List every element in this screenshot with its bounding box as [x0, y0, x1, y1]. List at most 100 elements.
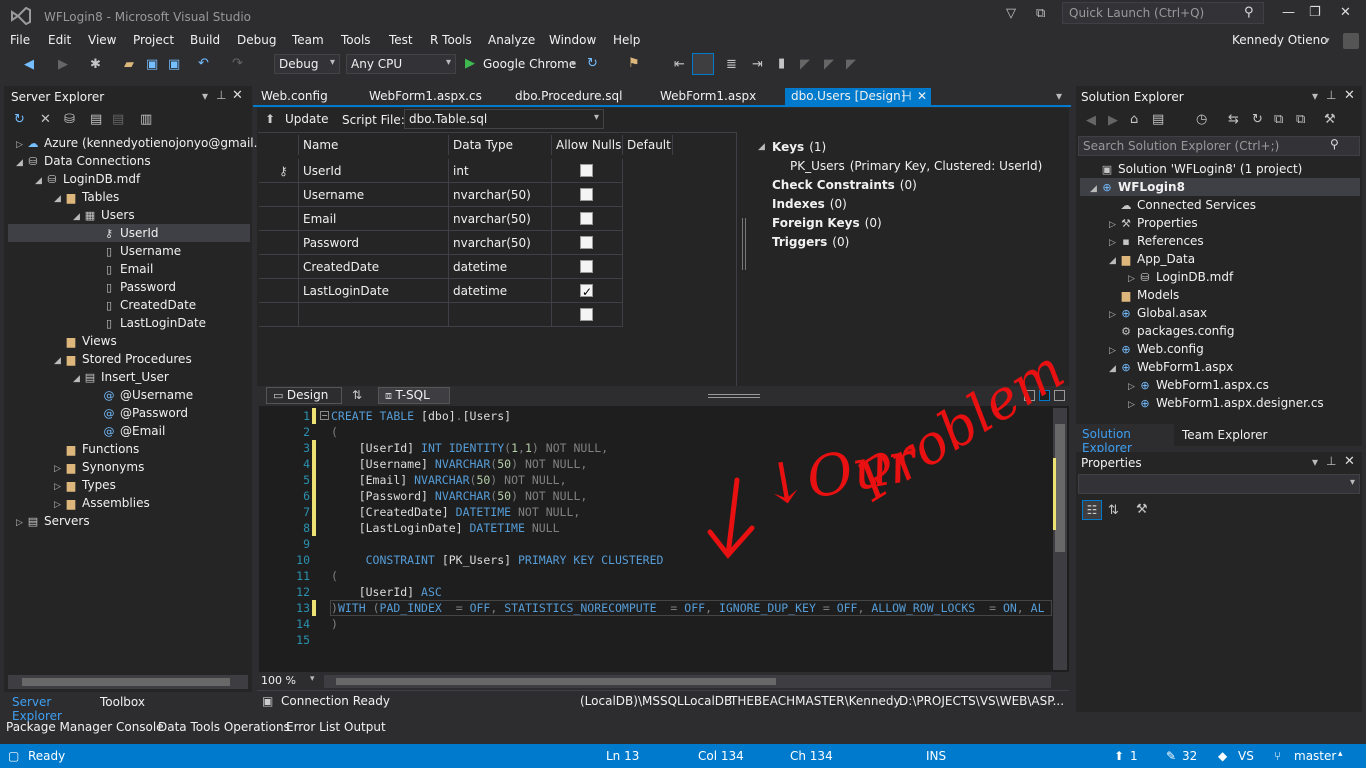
tree-item[interactable]: ▯ CreatedDate: [8, 296, 250, 314]
menu-file[interactable]: File: [10, 33, 30, 47]
row-selector[interactable]: [259, 183, 299, 207]
collapse-all-icon[interactable]: ⧉: [1274, 112, 1283, 127]
tab-tsql[interactable]: ⧈ T-SQL: [378, 387, 450, 404]
toggle-icon[interactable]: [692, 53, 714, 75]
connect-db-icon[interactable]: ⛁: [64, 112, 75, 127]
update-button[interactable]: Update: [285, 112, 328, 126]
config-select[interactable]: Debug: [274, 54, 340, 74]
panel-close-icon[interactable]: ✕: [232, 88, 243, 103]
save-icon[interactable]: ▣: [146, 57, 158, 72]
allow-nulls-checkbox[interactable]: [580, 308, 593, 321]
cell-name[interactable]: Username: [299, 183, 449, 207]
new-project-icon[interactable]: ✱: [90, 57, 101, 72]
designer-prop[interactable]: Check Constraints (0): [772, 178, 917, 192]
user-name[interactable]: Kennedy Otieno: [1232, 33, 1328, 47]
branch-icon[interactable]: ⑂: [1274, 749, 1281, 763]
designer-prop[interactable]: Indexes (0): [772, 197, 847, 211]
tree-item[interactable]: ▯ Username: [8, 242, 250, 260]
refresh-icon[interactable]: ↻: [1252, 112, 1263, 127]
menu-analyze[interactable]: Analyze: [488, 33, 535, 47]
tree-item[interactable]: ▷ ▆ Types: [8, 476, 250, 494]
run-icon[interactable]: ▶: [465, 56, 475, 71]
repo-icon[interactable]: ◆: [1218, 749, 1227, 763]
save-all-icon[interactable]: ▣: [168, 57, 180, 72]
run-dropdown-icon[interactable]: ▾: [571, 59, 576, 69]
table-row[interactable]: LastLoginDate datetime ✓: [259, 279, 623, 303]
tree-item[interactable]: ◢ ▆ Stored Procedures: [8, 350, 250, 368]
next-bookmark-icon[interactable]: ◤: [824, 57, 834, 72]
search-icon[interactable]: ⚲: [1244, 5, 1254, 20]
allow-nulls-checkbox[interactable]: [580, 236, 593, 249]
grid-header-name[interactable]: Name: [299, 135, 449, 155]
quick-launch-input[interactable]: Quick Launch (Ctrl+Q): [1062, 2, 1264, 24]
panel-close-icon[interactable]: ✕: [1344, 88, 1355, 103]
cell-name[interactable]: CreatedDate: [299, 255, 449, 279]
row-selector[interactable]: [259, 231, 299, 255]
tab-overflow-icon[interactable]: ▾: [1056, 89, 1062, 103]
tab-webform1-aspx[interactable]: WebForm1.aspx: [654, 88, 774, 105]
pin-icon[interactable]: ⊥: [1326, 454, 1336, 468]
tree-item[interactable]: ▆ Views: [8, 332, 250, 350]
azure-icon[interactable]: ▤: [112, 112, 124, 127]
solution-item[interactable]: ▷ ⊕ Global.asax: [1080, 304, 1360, 322]
status-repo[interactable]: VS: [1238, 749, 1254, 763]
menu-window[interactable]: Window: [549, 33, 596, 47]
clear-bookmark-icon[interactable]: ◤: [846, 57, 856, 72]
tab-solution-explorer[interactable]: Solution Explorer: [1076, 424, 1174, 455]
sync-icon[interactable]: ⇆: [1228, 112, 1239, 127]
update-icon[interactable]: ⬆: [265, 112, 275, 126]
properties-icon[interactable]: ⚒: [1324, 112, 1336, 127]
run-target-button[interactable]: Google Chrome: [483, 57, 576, 71]
tree-item[interactable]: @ @Username: [8, 386, 250, 404]
tree-item[interactable]: ▯ Password: [8, 278, 250, 296]
cell-type[interactable]: datetime: [449, 279, 552, 303]
code-line[interactable]: (: [331, 425, 338, 439]
splitter-handle[interactable]: [742, 218, 746, 270]
menu-build[interactable]: Build: [190, 33, 220, 47]
menu-debug[interactable]: Debug: [237, 33, 276, 47]
menu-rtools[interactable]: R Tools: [430, 33, 472, 47]
prev-bookmark-icon[interactable]: ◤: [800, 57, 810, 72]
cell-type[interactable]: datetime: [449, 255, 552, 279]
undo-icon[interactable]: ↶: [198, 56, 209, 71]
solution-item[interactable]: ▷ ⊕ Web.config: [1080, 340, 1360, 358]
connect-server-icon[interactable]: ▤: [90, 112, 102, 127]
cell-name[interactable]: Password: [299, 231, 449, 255]
code-line[interactable]: [CreatedDate] DATETIME NOT NULL,: [331, 505, 581, 519]
tab-error-list[interactable]: Error List: [286, 720, 340, 734]
menu-help[interactable]: Help: [613, 33, 640, 47]
cell-type[interactable]: int: [449, 159, 552, 183]
minimize-button[interactable]: —: [1282, 5, 1295, 20]
panel-menu-icon[interactable]: ▾: [1312, 455, 1318, 469]
allow-nulls-checkbox[interactable]: [580, 164, 593, 177]
solution-item[interactable]: ☁ Connected Services: [1080, 196, 1360, 214]
redo-icon[interactable]: ↷: [232, 56, 243, 71]
row-selector[interactable]: [259, 255, 299, 279]
solution-item[interactable]: ⚙ packages.config: [1080, 322, 1360, 340]
table-row[interactable]: CreatedDate datetime: [259, 255, 623, 279]
designer-prop[interactable]: Triggers (0): [772, 235, 849, 249]
row-selector[interactable]: [259, 207, 299, 231]
refresh-icon[interactable]: ↻: [14, 112, 25, 127]
branch-dropdown-icon[interactable]: ▴: [1338, 749, 1343, 759]
tab-close-icon[interactable]: ✕: [917, 88, 927, 105]
code-line[interactable]: [UserId] INT IDENTITY(1,1) NOT NULL,: [331, 441, 608, 455]
panel-close-icon[interactable]: ✕: [1344, 454, 1355, 469]
solution-item[interactable]: ▷ ⊕ WebForm1.aspx.designer.cs: [1080, 394, 1360, 412]
maximize-button[interactable]: ❐: [1309, 5, 1321, 20]
cell-type[interactable]: nvarchar(50): [449, 231, 552, 255]
back-icon[interactable]: ◀: [1086, 113, 1096, 128]
designer-prop[interactable]: ◢ Keys (1): [758, 140, 826, 154]
home-icon[interactable]: ⌂: [1130, 112, 1138, 127]
alphabetical-icon[interactable]: ⇅: [1108, 503, 1119, 518]
cell-name[interactable]: [299, 303, 449, 327]
code-line[interactable]: CONSTRAINT [PK_Users] PRIMARY KEY CLUSTE…: [331, 553, 664, 567]
forward-icon[interactable]: ▶: [58, 57, 68, 72]
code-line[interactable]: ): [331, 617, 338, 631]
tab-web-config[interactable]: Web.config: [255, 88, 355, 105]
show-all-icon[interactable]: ⧉: [1296, 112, 1305, 127]
property-pages-icon[interactable]: ⚒: [1136, 502, 1148, 517]
publish-icon[interactable]: ⬆: [1114, 749, 1124, 763]
menu-test[interactable]: Test: [389, 33, 413, 47]
table-row[interactable]: Email nvarchar(50): [259, 207, 623, 231]
